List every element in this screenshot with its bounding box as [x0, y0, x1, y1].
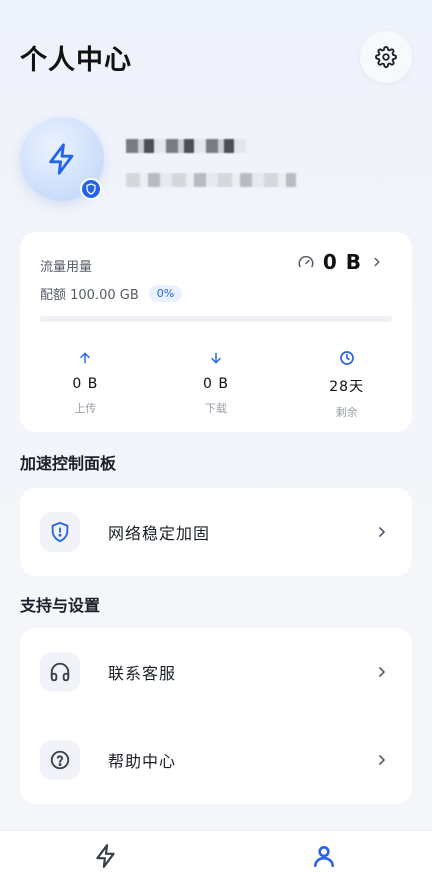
- usage-stats: 0 B 上传 0 B 下载 28天 剩余: [20, 350, 412, 420]
- stat-label: 上传: [74, 402, 97, 415]
- shield-alert-icon: [51, 521, 69, 543]
- row-label: 帮助中心: [108, 752, 177, 771]
- row-icon: [40, 740, 80, 780]
- settings-button[interactable]: [360, 31, 412, 83]
- lightning-icon: [49, 143, 74, 175]
- help-center-item[interactable]: 帮助中心: [20, 716, 412, 804]
- nav-accelerate[interactable]: [91, 841, 121, 871]
- contact-support-item[interactable]: 联系客服: [20, 628, 412, 716]
- lightning-icon: [96, 844, 115, 868]
- row-chevron: [374, 664, 390, 680]
- stat-label: 下载: [205, 402, 227, 415]
- nav-profile[interactable]: [309, 841, 339, 871]
- row-label: 联系客服: [108, 664, 177, 683]
- stat-value: 28天: [329, 379, 365, 395]
- usage-percent-badge: 0%: [148, 285, 183, 302]
- stat-value: 0 B: [203, 376, 229, 392]
- usage-value[interactable]: 0 B: [297, 250, 384, 274]
- stat-remaining: 28天 剩余: [281, 350, 412, 420]
- usage-label: 流量用量: [40, 260, 93, 275]
- row-icon: [40, 512, 80, 552]
- section-title-support: 支持与设置: [20, 596, 101, 615]
- quota-text: 配额 100.00 GB: [40, 288, 139, 303]
- network-stabilize-item[interactable]: 网络稳定加固: [20, 488, 412, 576]
- stat-value: 0 B: [72, 376, 99, 392]
- gear-icon: [375, 46, 397, 68]
- user-icon: [314, 846, 334, 868]
- arrow-down-icon: [211, 352, 221, 364]
- arrow-up-icon: [80, 352, 91, 364]
- user-id-redacted: [126, 173, 296, 187]
- traffic-usage-card[interactable]: 流量用量 0 B 配额 100.00 GB 0% 0 B 上传 0 B 下载 2…: [20, 232, 412, 432]
- chevron-right-icon: [374, 257, 380, 267]
- row-chevron: [374, 752, 390, 768]
- headset-icon: [50, 662, 70, 682]
- usage-used: 0 B: [322, 250, 362, 274]
- bottom-nav: [0, 830, 432, 872]
- chevron-right-icon: [379, 755, 385, 765]
- shield-icon: [86, 183, 96, 195]
- chevron-right-icon: [379, 667, 385, 677]
- chevron-right-icon: [379, 527, 385, 537]
- row-chevron: [374, 524, 390, 540]
- speedometer-icon: [298, 255, 314, 268]
- page-title: 个人中心: [20, 45, 132, 76]
- profile-section: [20, 115, 412, 205]
- support-card: 联系客服 帮助中心: [20, 628, 412, 804]
- quota-row: 配额 100.00 GB 0%: [40, 284, 183, 303]
- header: 个人中心: [0, 0, 432, 110]
- section-title-acceleration: 加速控制面板: [20, 454, 117, 473]
- usage-progress-bar: [40, 316, 392, 322]
- row-label: 网络稳定加固: [108, 524, 211, 543]
- stat-download: 0 B 下载: [151, 350, 282, 420]
- stat-upload: 0 B 上传: [20, 350, 151, 420]
- stat-label: 剩余: [335, 406, 358, 419]
- clock-icon: [339, 351, 354, 365]
- verified-badge: [80, 178, 102, 200]
- row-icon: [40, 652, 80, 692]
- user-name-redacted: [126, 139, 246, 153]
- help-circle-icon: [50, 750, 70, 770]
